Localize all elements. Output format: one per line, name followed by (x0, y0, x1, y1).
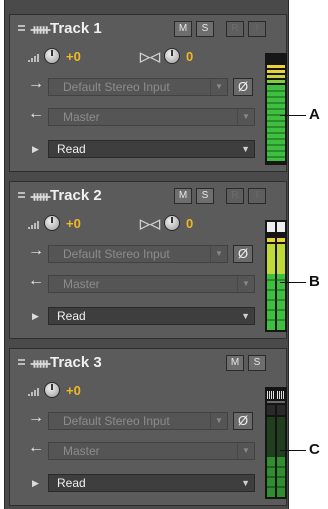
level-meter-bars-icon (265, 387, 287, 499)
track-header: ᚔ Track 1 M S R I (10, 15, 286, 45)
mute-button[interactable]: M (174, 21, 192, 37)
output-arrow-icon: ← (28, 439, 44, 456)
automation-mode-label: Read (57, 309, 86, 323)
volume-value[interactable]: +0 (66, 49, 81, 64)
expand-triangle-icon[interactable]: ▶ (32, 478, 39, 489)
level-meter-bars-icon (265, 53, 287, 165)
level-meter-bars-icon (265, 220, 287, 332)
volume-value[interactable]: +0 (66, 383, 81, 398)
output-arrow-icon: ← (28, 105, 44, 122)
track-1: ᚔ Track 1 M S R I +0 ▷◁ 0 → Default Ster… (9, 14, 287, 172)
track-name[interactable]: Track 3 (50, 354, 102, 371)
track-header: ᚔ Track 2 M S R I (10, 182, 286, 212)
track-2: ᚔ Track 2 M S R I +0 ▷◁ 0 → Default Ster… (9, 181, 287, 339)
phase-invert-button[interactable]: Ø (233, 412, 253, 430)
chevron-down-icon: ▼ (210, 79, 227, 95)
volume-icon (28, 388, 40, 396)
automation-row: ▶ Read ▼ (10, 137, 286, 159)
automation-mode-select[interactable]: Read ▼ (48, 474, 255, 492)
callout-label-c: C (309, 441, 320, 458)
track-3: ᚔ Track 3 M S +0 → Default Stereo Input ▼… (9, 348, 287, 506)
volume-knob[interactable] (44, 382, 60, 398)
expand-triangle-icon[interactable]: ▶ (32, 311, 39, 322)
pan-value[interactable]: 0 (186, 49, 193, 64)
track-name[interactable]: Track 1 (50, 20, 102, 37)
input-row: → Default Stereo Input ▼ Ø (10, 409, 286, 431)
level-meter (265, 53, 287, 165)
callout-label-a: A (309, 106, 320, 123)
output-select[interactable]: Master ▼ (48, 275, 255, 293)
mute-button[interactable]: M (226, 355, 244, 371)
volume-value[interactable]: +0 (66, 216, 81, 231)
expand-triangle-icon[interactable]: ▶ (32, 144, 39, 155)
chevron-down-icon: ▼ (237, 443, 254, 459)
pan-value[interactable]: 0 (186, 216, 193, 231)
mute-button[interactable]: M (174, 188, 192, 204)
chevron-down-icon: ▼ (241, 478, 250, 488)
automation-mode-label: Read (57, 476, 86, 490)
solo-button[interactable]: S (248, 355, 266, 371)
phase-invert-button[interactable]: Ø (233, 78, 253, 96)
output-row: ← Master ▼ (10, 272, 286, 294)
automation-mode-select[interactable]: Read ▼ (48, 307, 255, 325)
output-select[interactable]: Master ▼ (48, 108, 255, 126)
phase-invert-button[interactable]: Ø (233, 245, 253, 263)
level-meter (265, 387, 287, 499)
automation-mode-label: Read (57, 142, 86, 156)
input-row: → Default Stereo Input ▼ Ø (10, 242, 286, 264)
input-select[interactable]: Default Stereo Input ▼ (48, 245, 228, 263)
callout-line-b (280, 282, 306, 283)
input-monitor-button[interactable]: I (248, 21, 266, 37)
chevron-down-icon: ▼ (241, 311, 250, 321)
callout-line-a (280, 115, 306, 116)
chevron-down-icon: ▼ (237, 109, 254, 125)
output-row: ← Master ▼ (10, 439, 286, 461)
stereo-routing-icon: ᚔ (31, 21, 50, 37)
stereo-routing-icon: ᚔ (31, 188, 50, 204)
volume-icon (28, 221, 40, 229)
callout-label-b: B (309, 273, 320, 290)
chevron-down-icon: ▼ (210, 413, 227, 429)
volume-knob[interactable] (44, 215, 60, 231)
level-meter (265, 220, 287, 332)
automation-mode-select[interactable]: Read ▼ (48, 140, 255, 158)
input-arrow-icon: → (28, 75, 44, 92)
volume-knob[interactable] (44, 48, 60, 64)
drag-grip-icon[interactable] (18, 359, 25, 369)
output-arrow-icon: ← (28, 272, 44, 289)
input-arrow-icon: → (28, 242, 44, 259)
record-arm-button[interactable]: R (226, 21, 244, 37)
pan-knob[interactable] (164, 215, 180, 231)
output-row: ← Master ▼ (10, 105, 286, 127)
solo-button[interactable]: S (196, 21, 214, 37)
volume-pan-row: +0 ▷◁ 0 (10, 212, 286, 234)
callout-line-c (280, 450, 306, 451)
track-name[interactable]: Track 2 (50, 187, 102, 204)
pan-icon: ▷◁ (140, 49, 160, 64)
input-arrow-icon: → (28, 409, 44, 426)
input-monitor-button[interactable]: I (248, 188, 266, 204)
output-select[interactable]: Master ▼ (48, 442, 255, 460)
chevron-down-icon: ▼ (210, 246, 227, 262)
drag-grip-icon[interactable] (18, 25, 25, 35)
automation-row: ▶ Read ▼ (10, 304, 286, 326)
pan-icon: ▷◁ (140, 216, 160, 231)
pan-knob[interactable] (164, 48, 180, 64)
volume-row: +0 (10, 379, 286, 401)
stereo-routing-icon: ᚔ (31, 355, 50, 371)
input-select[interactable]: Default Stereo Input ▼ (48, 78, 228, 96)
volume-pan-row: +0 ▷◁ 0 (10, 45, 286, 67)
automation-row: ▶ Read ▼ (10, 471, 286, 493)
chevron-down-icon: ▼ (237, 276, 254, 292)
record-arm-button[interactable]: R (226, 188, 244, 204)
solo-button[interactable]: S (196, 188, 214, 204)
volume-icon (28, 54, 40, 62)
input-row: → Default Stereo Input ▼ Ø (10, 75, 286, 97)
input-select[interactable]: Default Stereo Input ▼ (48, 412, 228, 430)
chevron-down-icon: ▼ (241, 144, 250, 154)
track-header: ᚔ Track 3 M S (10, 349, 286, 379)
drag-grip-icon[interactable] (18, 192, 25, 202)
